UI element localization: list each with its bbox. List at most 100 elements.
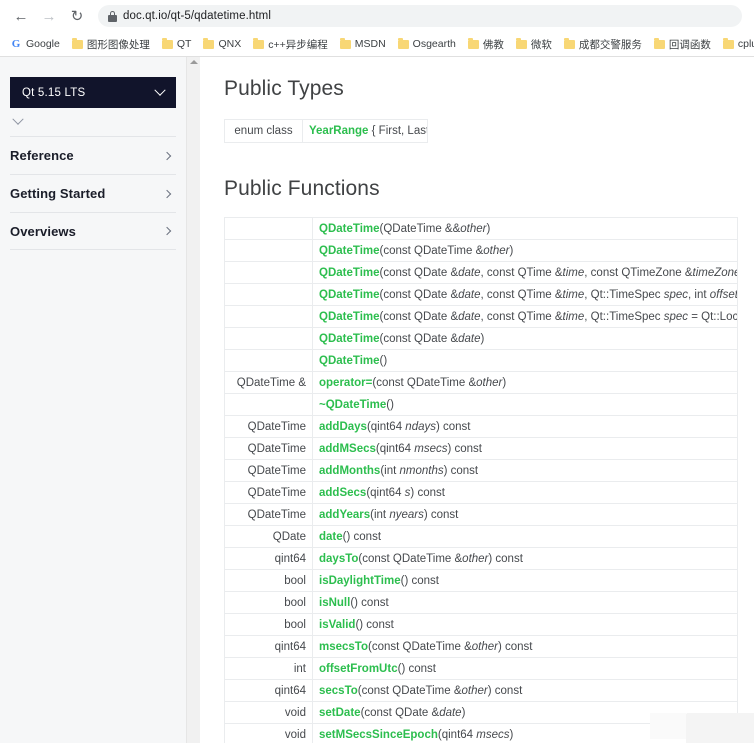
table-row: QDateTime() bbox=[224, 349, 738, 372]
folder-icon bbox=[653, 37, 665, 49]
bookmark-folder-5[interactable]: MSDN bbox=[334, 36, 392, 52]
function-name-link[interactable]: QDateTime bbox=[319, 311, 380, 323]
function-name-link[interactable]: addSecs bbox=[319, 487, 366, 499]
function-name-link[interactable]: offsetFromUtc bbox=[319, 663, 398, 675]
function-name-link[interactable]: operator= bbox=[319, 377, 372, 389]
parameter-name: other bbox=[462, 552, 489, 565]
function-name-link[interactable]: date bbox=[319, 531, 343, 543]
sidebar-item-getting-started[interactable]: Getting Started bbox=[10, 174, 176, 212]
function-name-link[interactable]: ~QDateTime bbox=[319, 399, 386, 411]
chevron-right-icon bbox=[162, 226, 172, 236]
signature-text: ) bbox=[509, 244, 514, 257]
return-type: qint64 bbox=[224, 635, 313, 658]
signature-text: (const QDateTime & bbox=[368, 640, 472, 653]
sidebar-item-reference[interactable]: Reference bbox=[10, 136, 176, 174]
scroll-up-icon[interactable] bbox=[190, 60, 198, 64]
return-type: QDateTime bbox=[224, 415, 313, 438]
function-name-link[interactable]: setDate bbox=[319, 707, 361, 719]
folder-icon bbox=[467, 37, 479, 49]
function-signature: date() const bbox=[312, 525, 738, 548]
function-signature: QDateTime(const QDate &date, const QTime… bbox=[312, 283, 738, 306]
function-signature: addDays(qint64 ndays) const bbox=[312, 415, 738, 438]
function-signature: QDateTime() bbox=[312, 349, 738, 372]
function-name-link[interactable]: QDateTime bbox=[319, 289, 380, 301]
bookmark-folder-8[interactable]: 微软 bbox=[510, 35, 558, 54]
table-row: QDateTime(const QDate &date, const QTime… bbox=[224, 305, 738, 328]
forward-icon[interactable]: → bbox=[36, 3, 62, 29]
function-signature: msecsTo(const QDateTime &other) const bbox=[312, 635, 738, 658]
signature-text: ) const bbox=[497, 640, 533, 653]
sidebar-item-label: Getting Started bbox=[10, 186, 106, 201]
chevron-down-icon bbox=[154, 84, 166, 96]
function-name-link[interactable]: msecsTo bbox=[319, 641, 368, 653]
function-signature: addMonths(int nmonths) const bbox=[312, 459, 738, 482]
bookmark-folder-6[interactable]: Osgearth bbox=[392, 36, 462, 52]
signature-text: (qint64 bbox=[366, 486, 405, 499]
function-name-link[interactable]: addDays bbox=[319, 421, 367, 433]
function-name-link[interactable]: isDaylightTime bbox=[319, 575, 401, 587]
table-row: bool isNull() const bbox=[224, 591, 738, 614]
function-name-link[interactable]: secsTo bbox=[319, 685, 358, 697]
version-selector[interactable]: Qt 5.15 LTS bbox=[10, 77, 176, 108]
bookmark-label: 成都交警服务 bbox=[578, 38, 642, 51]
lock-icon bbox=[108, 10, 117, 22]
main-content: Public Types enum class YearRange { Firs… bbox=[200, 57, 754, 743]
return-type: QDateTime bbox=[224, 437, 313, 460]
function-name-link[interactable]: QDateTime bbox=[319, 267, 380, 279]
signature-text: , Qt::TimeSpec bbox=[584, 310, 664, 323]
function-name-link[interactable]: addMSecs bbox=[319, 443, 376, 455]
function-name-link[interactable]: QDateTime bbox=[319, 355, 380, 367]
table-row: QDateTime(QDateTime &&other) bbox=[224, 217, 738, 240]
function-name-link[interactable]: addYears bbox=[319, 509, 370, 521]
bookmark-label: 佛教 bbox=[482, 38, 504, 51]
bookmark-folder-2[interactable]: QT bbox=[156, 36, 198, 52]
return-type: void bbox=[224, 723, 313, 743]
function-name-link[interactable]: setMSecsSinceEpoch bbox=[319, 729, 438, 741]
browser-chrome: ← → ↻ doc.qt.io/qt-5/qdatetime.html G Go… bbox=[0, 0, 754, 57]
bookmark-folder-10[interactable]: 回调函数 bbox=[648, 35, 717, 54]
return-type: QDateTime bbox=[224, 503, 313, 526]
return-type bbox=[224, 261, 313, 284]
sidebar-collapse-toggle[interactable] bbox=[10, 108, 176, 136]
feedback-widget-ghost-secondary bbox=[650, 713, 686, 739]
bookmark-folder-11[interactable]: cplusplusReference bbox=[717, 36, 754, 52]
function-name-link[interactable]: addMonths bbox=[319, 465, 380, 477]
bookmark-label: QT bbox=[176, 38, 192, 50]
bookmark-label: 图形图像处理 bbox=[86, 38, 150, 51]
function-name-link[interactable]: daysTo bbox=[319, 553, 358, 565]
signature-text: ) bbox=[390, 398, 394, 411]
bookmark-folder-3[interactable]: QNX bbox=[197, 36, 247, 52]
enum-values: { First, Last } bbox=[371, 125, 428, 137]
address-bar[interactable]: doc.qt.io/qt-5/qdatetime.html bbox=[98, 5, 742, 27]
function-name-link[interactable]: QDateTime bbox=[319, 245, 380, 257]
browser-nav-bar: ← → ↻ doc.qt.io/qt-5/qdatetime.html bbox=[0, 0, 754, 32]
bookmark-folder-9[interactable]: 成都交警服务 bbox=[558, 35, 648, 54]
bookmark-google[interactable]: G Google bbox=[4, 36, 66, 52]
sidebar-item-overviews[interactable]: Overviews bbox=[10, 212, 176, 250]
table-row: bool isDaylightTime() const bbox=[224, 569, 738, 592]
table-row: QDateTime & operator=(const QDateTime &ot… bbox=[224, 371, 738, 394]
function-name-link[interactable]: isValid bbox=[319, 619, 355, 631]
bookmark-folder-7[interactable]: 佛教 bbox=[462, 35, 510, 54]
parameter-name: nmonths bbox=[399, 464, 444, 477]
function-signature: isNull() const bbox=[312, 591, 738, 614]
bookmark-folder-4[interactable]: c++异步编程 bbox=[247, 35, 334, 54]
signature-text: (const QDate & bbox=[379, 310, 459, 323]
reload-icon[interactable]: ↻ bbox=[64, 3, 90, 29]
signature-text: , const QTime & bbox=[480, 288, 563, 301]
signature-text: (qint64 bbox=[437, 728, 477, 741]
folder-icon bbox=[722, 37, 734, 49]
function-name-link[interactable]: isNull bbox=[319, 597, 350, 609]
signature-text: (const QDate & bbox=[379, 266, 459, 279]
back-icon[interactable]: ← bbox=[8, 3, 34, 29]
parameter-name: time bbox=[562, 266, 585, 279]
feedback-widget-ghost[interactable] bbox=[686, 713, 754, 743]
function-name-link[interactable]: QDateTime bbox=[319, 333, 380, 345]
return-type: QDateTime bbox=[224, 481, 313, 504]
sidebar: Qt 5.15 LTS Reference Getting Started Ov… bbox=[0, 57, 186, 743]
signature-text: (int bbox=[380, 464, 400, 477]
bookmark-folder-1[interactable]: 图形图像处理 bbox=[66, 35, 156, 54]
function-name-link[interactable]: QDateTime bbox=[319, 223, 380, 235]
page-scrollbar[interactable] bbox=[186, 57, 200, 743]
enum-name[interactable]: YearRange bbox=[309, 125, 368, 137]
